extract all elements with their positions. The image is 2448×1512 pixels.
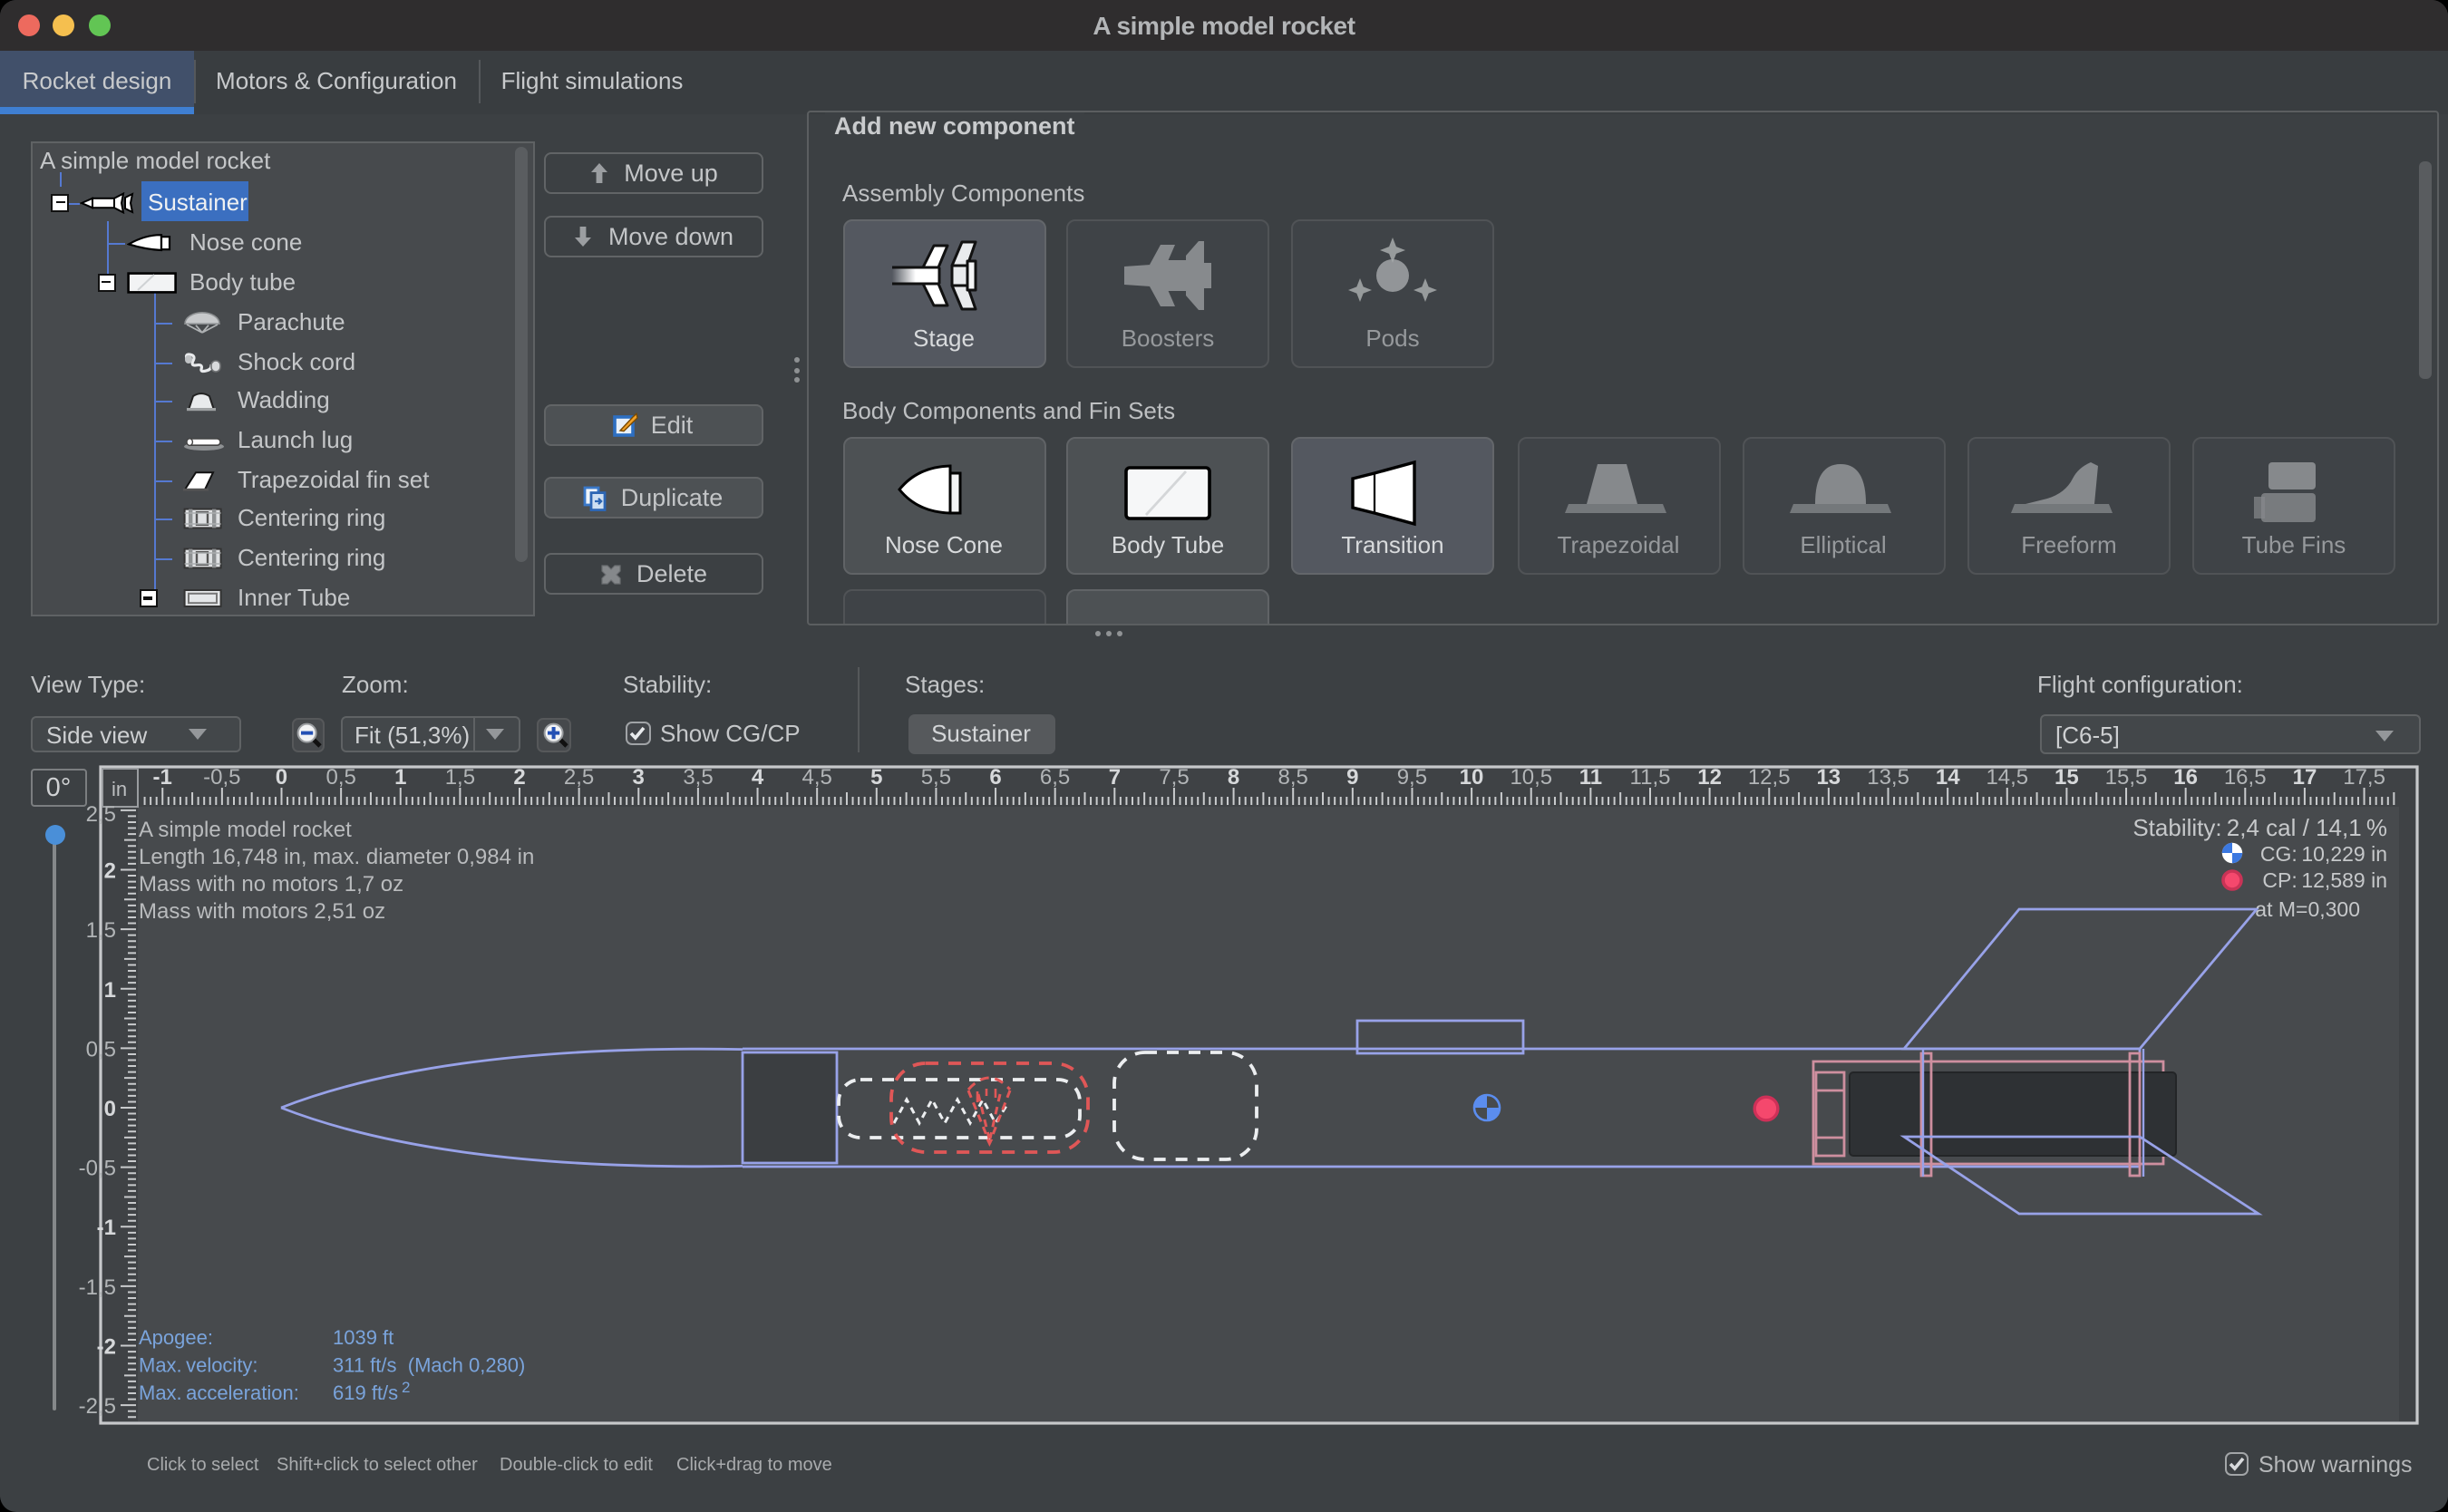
svg-text:5,5: 5,5: [921, 765, 951, 790]
svg-text:2,5: 2,5: [564, 765, 594, 790]
svg-text:15,5: 15,5: [2105, 765, 2148, 790]
svg-text:5: 5: [870, 765, 882, 790]
svg-text:1039 ft: 1039 ft: [333, 1326, 393, 1349]
svg-text:16: 16: [2173, 765, 2198, 790]
svg-text:12: 12: [1697, 765, 1722, 790]
svg-text:-0,5: -0,5: [79, 1157, 116, 1181]
svg-text:1: 1: [394, 765, 406, 790]
svg-text:311 ft/s (Mach 0,280): 311 ft/s (Mach 0,280): [333, 1353, 525, 1376]
svg-text:Apogee:: Apogee:: [139, 1326, 213, 1349]
svg-text:7,5: 7,5: [1159, 765, 1189, 790]
svg-text:-1,5: -1,5: [79, 1275, 116, 1300]
svg-text:-1: -1: [97, 1216, 116, 1240]
svg-text:17: 17: [2293, 765, 2317, 790]
svg-text:0,5: 0,5: [326, 765, 356, 790]
svg-text:-2,5: -2,5: [79, 1394, 116, 1419]
svg-text:CP: 12,589 in: CP: 12,589 in: [2262, 868, 2387, 892]
svg-text:at M=0,300: at M=0,300: [2255, 897, 2360, 921]
svg-text:8,5: 8,5: [1278, 765, 1308, 790]
svg-text:4,5: 4,5: [802, 765, 832, 790]
svg-text:CG: 10,229 in: CG: 10,229 in: [2260, 842, 2387, 866]
svg-text:-0,5: -0,5: [203, 765, 240, 790]
svg-text:Max. velocity:: Max. velocity:: [139, 1353, 258, 1376]
svg-text:4: 4: [752, 765, 764, 790]
svg-text:9,5: 9,5: [1397, 765, 1427, 790]
svg-text:Length 16,748 in, max. diamete: Length 16,748 in, max. diameter 0,984 in: [139, 845, 534, 869]
svg-text:0,5: 0,5: [86, 1037, 116, 1061]
svg-text:Mass with no motors 1,7 oz: Mass with no motors 1,7 oz: [139, 872, 403, 897]
svg-text:10: 10: [1460, 765, 1484, 790]
svg-text:-1: -1: [153, 765, 172, 790]
svg-text:2,5: 2,5: [86, 802, 116, 827]
svg-text:Mass with motors 2,51 oz: Mass with motors 2,51 oz: [139, 899, 385, 924]
svg-text:13,5: 13,5: [1867, 765, 1909, 790]
svg-text:3: 3: [633, 765, 645, 790]
svg-text:6: 6: [989, 765, 1001, 790]
svg-text:3,5: 3,5: [683, 765, 713, 790]
svg-text:Stability: 2,4 cal / 14,1 %: Stability: 2,4 cal / 14,1 %: [2132, 814, 2387, 841]
svg-text:13: 13: [1816, 765, 1841, 790]
svg-text:2: 2: [513, 765, 525, 790]
svg-text:14: 14: [1936, 765, 1960, 790]
svg-text:Max. acceleration:: Max. acceleration:: [139, 1381, 299, 1404]
svg-text:11,5: 11,5: [1630, 765, 1671, 790]
svg-text:14,5: 14,5: [1986, 765, 2028, 790]
svg-text:0: 0: [276, 765, 287, 790]
svg-text:9: 9: [1346, 765, 1358, 790]
svg-text:6,5: 6,5: [1040, 765, 1070, 790]
svg-text:2: 2: [104, 858, 116, 883]
svg-text:2: 2: [402, 1379, 410, 1396]
svg-text:16,5: 16,5: [2224, 765, 2267, 790]
svg-text:1,5: 1,5: [86, 918, 116, 943]
svg-text:11: 11: [1579, 765, 1602, 790]
svg-text:0: 0: [104, 1097, 116, 1121]
svg-text:7: 7: [1109, 765, 1121, 790]
svg-text:8: 8: [1228, 765, 1239, 790]
svg-text:10,5: 10,5: [1510, 765, 1552, 790]
svg-text:A simple model rocket: A simple model rocket: [139, 818, 352, 842]
svg-text:15: 15: [2055, 765, 2079, 790]
svg-text:1,5: 1,5: [445, 765, 475, 790]
svg-text:12,5: 12,5: [1748, 765, 1791, 790]
svg-text:1: 1: [104, 978, 116, 1003]
svg-text:619 ft/s: 619 ft/s: [333, 1381, 398, 1404]
svg-text:17,5: 17,5: [2343, 765, 2385, 790]
svg-text:-2: -2: [97, 1335, 116, 1360]
svg-text:in: in: [112, 778, 127, 800]
